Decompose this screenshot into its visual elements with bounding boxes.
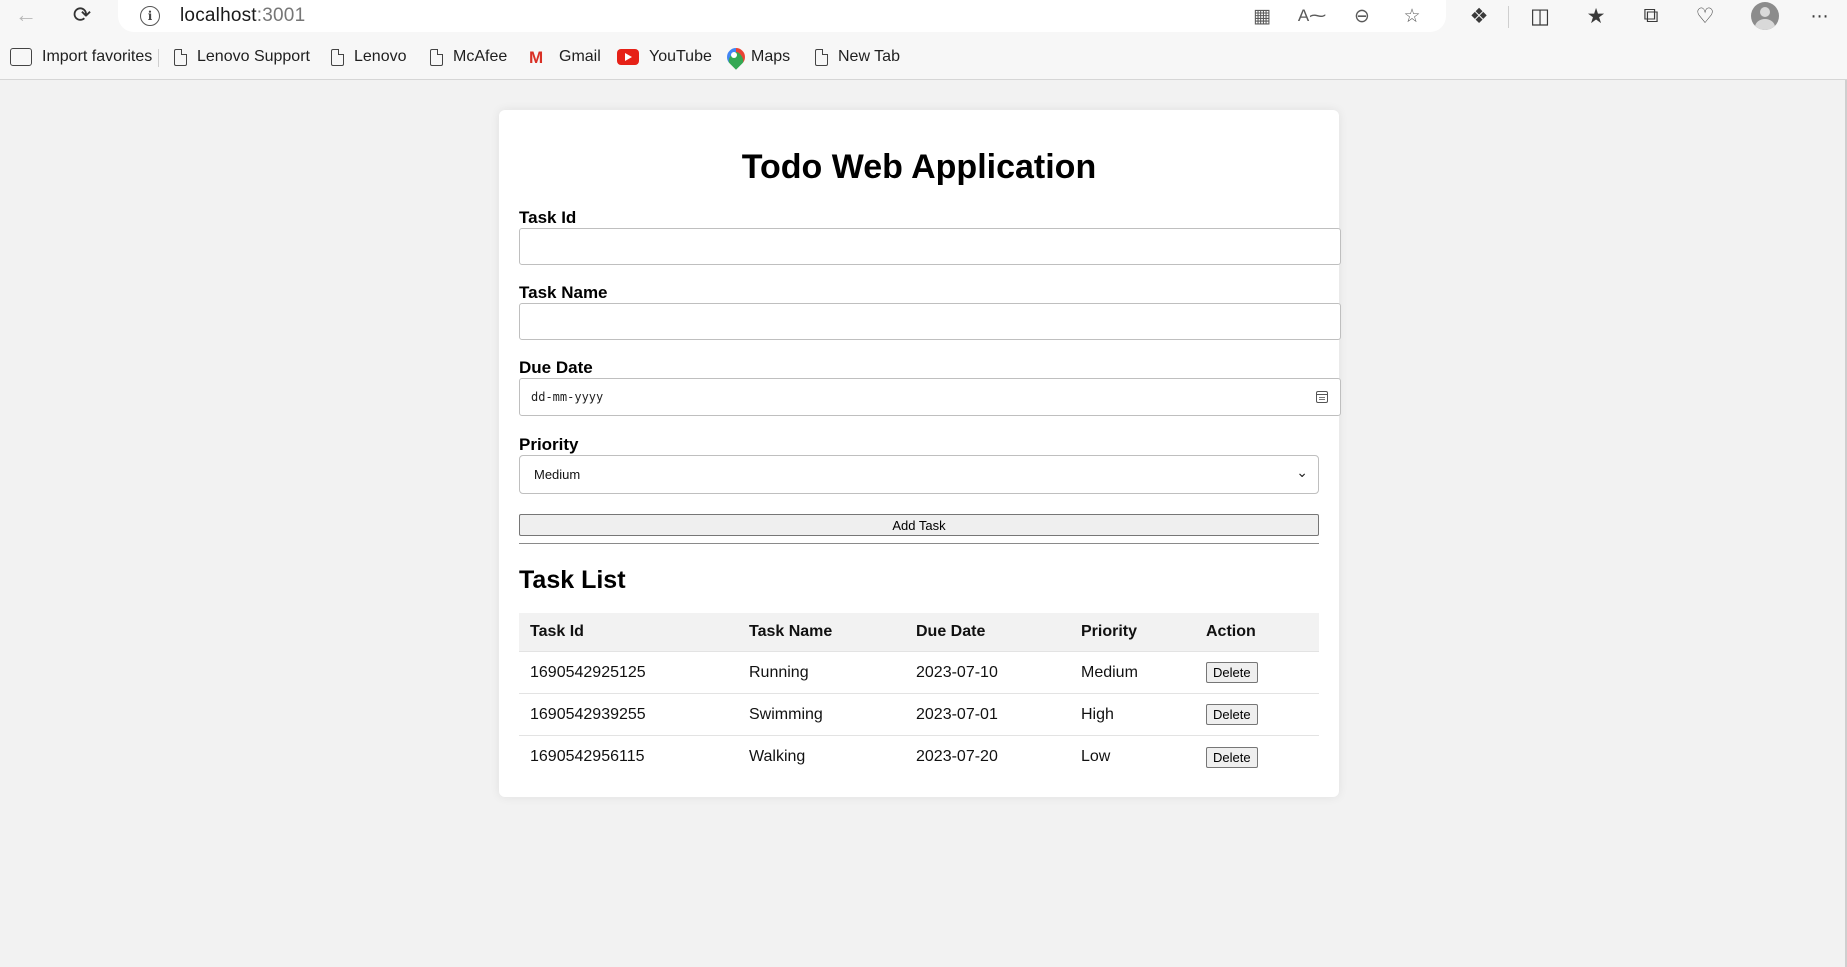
task-table: Task Id Task Name Due Date Priority Acti… xyxy=(519,613,1319,778)
table-row: 1690542925125 Running 2023-07-10 Medium … xyxy=(519,652,1319,694)
site-info-icon[interactable]: i xyxy=(140,6,160,26)
column-header-due-date: Due Date xyxy=(916,623,986,640)
bookmark-label: Lenovo Support xyxy=(197,48,310,65)
read-aloud-icon[interactable]: A⁓ xyxy=(1297,3,1327,29)
profile-avatar[interactable] xyxy=(1751,2,1779,30)
due-date-cell: 2023-07-20 xyxy=(916,748,998,765)
priority-label: Priority xyxy=(519,435,579,454)
favorites-icon[interactable]: ★ xyxy=(1579,2,1613,30)
address-bar[interactable]: i localhost:3001 ▦ A⁓ ⊖ ☆ xyxy=(118,0,1446,32)
add-task-button[interactable]: Add Task xyxy=(519,514,1319,536)
bookmark-maps[interactable]: Maps xyxy=(727,42,790,72)
priority-cell: Low xyxy=(1081,748,1111,765)
page-icon xyxy=(815,48,828,66)
table-header-row: Task Id Task Name Due Date Priority Acti… xyxy=(519,613,1319,652)
bookmark-gmail[interactable]: M Gmail xyxy=(529,42,601,72)
page-icon xyxy=(174,48,187,66)
column-header-task-id: Task Id xyxy=(530,623,584,640)
task-name-cell: Swimming xyxy=(749,705,823,723)
task-list-title: Task List xyxy=(519,566,626,594)
bookmark-youtube[interactable]: YouTube xyxy=(617,42,712,72)
action-cell: Delete xyxy=(1206,694,1258,735)
priority-cell: Medium xyxy=(1081,663,1138,681)
column-header-priority: Priority xyxy=(1081,623,1138,640)
toolbar-separator xyxy=(1508,6,1509,28)
bookmark-label: Import favorites xyxy=(42,48,153,65)
browser-chrome: ← ⟳ i localhost:3001 ▦ A⁓ ⊖ ☆ ❖ ◫ ★ ⧉ ♡ … xyxy=(0,0,1847,80)
task-name-label: Task Name xyxy=(519,283,608,302)
split-screen-icon[interactable]: ◫ xyxy=(1523,2,1557,30)
table-row: 1690542939255 Swimming 2023-07-01 High D… xyxy=(519,694,1319,736)
youtube-icon xyxy=(617,49,639,65)
action-cell: Delete xyxy=(1206,736,1258,778)
priority-select[interactable]: Medium ⌄ xyxy=(519,455,1319,494)
bookmark-label: YouTube xyxy=(649,48,712,65)
task-id-cell: 1690542925125 xyxy=(530,663,646,681)
delete-button[interactable]: Delete xyxy=(1206,746,1258,768)
maps-icon xyxy=(727,48,741,66)
todo-card: Todo Web Application Task Id Task Name D… xyxy=(499,110,1341,797)
task-id-cell: 1690542956115 xyxy=(530,748,645,765)
reload-button[interactable]: ⟳ xyxy=(62,0,102,30)
gmail-icon: M xyxy=(529,47,544,67)
column-header-task-name: Task Name xyxy=(749,623,833,640)
due-date-input[interactable]: dd-mm-yyyy xyxy=(519,378,1341,416)
task-name-cell: Walking xyxy=(749,748,806,765)
more-menu-icon[interactable]: ⋯ xyxy=(1803,2,1837,30)
page-icon xyxy=(430,48,443,66)
due-date-label: Due Date xyxy=(519,358,593,377)
bookmarks-separator xyxy=(158,49,159,67)
chevron-down-icon: ⌄ xyxy=(1296,465,1308,481)
due-date-cell: 2023-07-10 xyxy=(916,663,998,681)
back-arrow-icon: ← xyxy=(15,2,37,27)
page-title: Todo Web Application xyxy=(741,148,1097,186)
collections-icon[interactable]: ⧉ xyxy=(1634,2,1668,30)
favorite-star-icon[interactable]: ☆ xyxy=(1397,3,1427,29)
column-header-action: Action xyxy=(1206,623,1256,640)
action-cell: Delete xyxy=(1206,652,1258,693)
address-url[interactable]: localhost:3001 xyxy=(180,5,305,27)
bookmark-lenovo-support[interactable]: Lenovo Support xyxy=(174,42,310,72)
delete-button[interactable]: Delete xyxy=(1206,662,1258,683)
priority-cell: High xyxy=(1081,705,1114,723)
bookmark-label: New Tab xyxy=(838,48,900,65)
task-id-input[interactable] xyxy=(519,228,1341,265)
bookmark-new-tab[interactable]: New Tab xyxy=(815,42,900,72)
back-button[interactable]: ← xyxy=(6,0,46,30)
task-id-cell: 1690542939255 xyxy=(530,705,646,723)
table-row: 1690542956115 Walking 2023-07-20 Low Del… xyxy=(519,736,1319,778)
url-port: :3001 xyxy=(256,5,306,26)
browser-toolbar: ← ⟳ i localhost:3001 ▦ A⁓ ⊖ ☆ ❖ ◫ ★ ⧉ ♡ … xyxy=(0,0,1847,32)
reload-icon: ⟳ xyxy=(72,2,92,27)
bookmark-import-favorites[interactable]: Import favorites xyxy=(10,42,152,72)
bookmark-label: McAfee xyxy=(453,48,508,65)
app-available-icon[interactable]: ▦ xyxy=(1247,3,1277,29)
page-icon xyxy=(331,48,344,66)
task-name-cell: Running xyxy=(749,663,809,681)
delete-button[interactable]: Delete xyxy=(1206,704,1258,725)
due-date-cell: 2023-07-01 xyxy=(916,705,998,723)
bookmarks-bar: Import favorites Lenovo Support Lenovo M… xyxy=(0,42,1847,72)
section-divider xyxy=(519,543,1319,544)
browser-essentials-icon[interactable]: ♡ xyxy=(1688,2,1722,30)
bookmark-label: Gmail xyxy=(559,48,601,65)
calendar-icon[interactable] xyxy=(1316,391,1328,403)
extensions-icon[interactable]: ❖ xyxy=(1462,2,1496,30)
import-favorites-icon xyxy=(10,48,32,66)
due-date-placeholder: dd-mm-yyyy xyxy=(531,390,604,404)
zoom-out-icon[interactable]: ⊖ xyxy=(1347,3,1377,29)
bookmark-mcafee[interactable]: McAfee xyxy=(430,42,507,72)
priority-selected-value: Medium xyxy=(534,467,581,482)
url-host: localhost xyxy=(180,5,257,26)
bookmark-lenovo[interactable]: Lenovo xyxy=(331,42,407,72)
task-name-input[interactable] xyxy=(519,303,1341,340)
task-id-label: Task Id xyxy=(519,208,577,227)
bookmark-label: Maps xyxy=(751,48,791,65)
bookmark-label: Lenovo xyxy=(354,48,407,65)
